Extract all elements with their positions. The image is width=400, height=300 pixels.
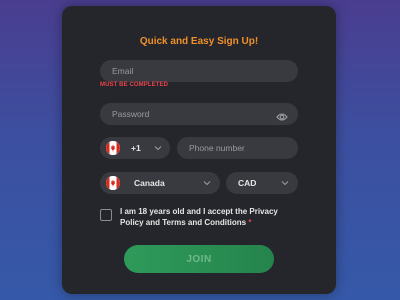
canada-flag-icon: [106, 141, 120, 155]
phone-code-value: +1: [131, 143, 141, 153]
currency-value: CAD: [238, 178, 257, 188]
terms-checkbox[interactable]: [100, 209, 112, 221]
terms-label: I am 18 years old and I accept the Priva…: [120, 206, 300, 228]
required-mark: *: [248, 218, 252, 227]
country-value: Canada: [134, 178, 165, 188]
terms-text: I am 18 years old and I accept the Priva…: [120, 207, 278, 227]
password-field-wrapper: [100, 103, 298, 125]
signup-card: Quick and Easy Sign Up! MUST BE COMPLETE…: [62, 6, 336, 294]
currency-select[interactable]: CAD: [226, 172, 298, 194]
email-input[interactable]: [100, 60, 298, 82]
chevron-down-icon: [281, 181, 289, 186]
email-field-wrapper: [100, 60, 298, 82]
eye-icon[interactable]: [276, 109, 288, 121]
country-select[interactable]: Canada: [100, 172, 220, 194]
phone-number-input[interactable]: [177, 137, 298, 159]
password-input[interactable]: [100, 103, 298, 125]
phone-code-select[interactable]: +1: [100, 137, 170, 159]
form-title: Quick and Easy Sign Up!: [139, 36, 259, 47]
email-error-message: MUST BE COMPLETED: [100, 82, 169, 88]
chevron-down-icon: [154, 146, 162, 151]
join-button[interactable]: JOIN: [124, 245, 274, 273]
chevron-down-icon: [203, 181, 211, 186]
canada-flag-icon: [106, 176, 120, 190]
phone-number-field-wrapper: [177, 137, 298, 159]
